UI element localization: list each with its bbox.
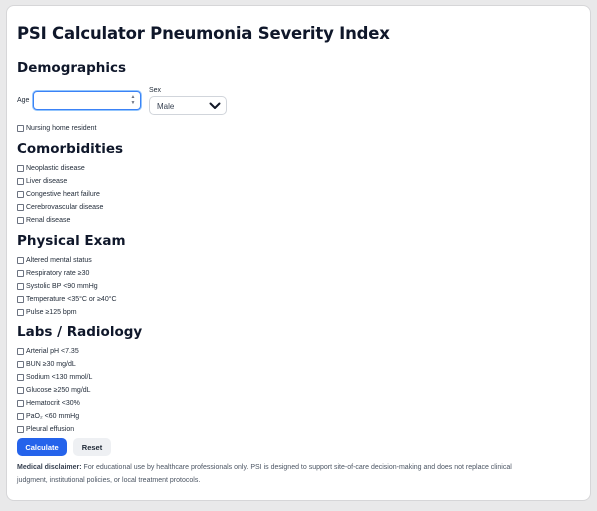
checkbox-bun[interactable]: BUN ≥30 mg/dL (17, 359, 76, 369)
checkbox-label: Temperature <35°C or ≥40°C (26, 295, 117, 303)
checkbox-box[interactable] (17, 399, 24, 407)
checkbox-box[interactable] (17, 295, 24, 303)
section-heading-demographics: Demographics (17, 60, 127, 76)
checkbox-box[interactable] (17, 216, 24, 224)
checkbox-liver-disease[interactable]: Liver disease (17, 176, 67, 186)
checkbox-label: Glucose ≥250 mg/dL (26, 386, 91, 394)
checkbox-label: Systolic BP <90 mmHg (26, 282, 98, 290)
psi-calculator-card: PSI Calculator Pneumonia Severity Index … (6, 5, 591, 501)
checkbox-sodium[interactable]: Sodium <130 mmol/L (17, 372, 92, 382)
section-heading-comorbidities: Comorbidities (17, 141, 124, 157)
checkbox-label: Pulse ≥125 bpm (26, 308, 77, 316)
checkbox-temperature[interactable]: Temperature <35°C or ≥40°C (17, 294, 117, 304)
checkbox-box[interactable] (17, 412, 24, 420)
checkbox-arterial-ph[interactable]: Arterial pH <7.35 (17, 346, 79, 356)
checkbox-neoplastic-disease[interactable]: Neoplastic disease (17, 163, 85, 173)
reset-button[interactable]: Reset (73, 438, 111, 456)
page-title: PSI Calculator Pneumonia Severity Index (17, 24, 390, 43)
checkbox-box[interactable] (17, 124, 24, 132)
checkbox-label: Liver disease (26, 177, 68, 185)
checkbox-label: BUN ≥30 mg/dL (26, 360, 76, 368)
checkbox-box[interactable] (17, 164, 24, 172)
checkbox-box[interactable] (17, 269, 24, 277)
section-heading-physical-exam: Physical Exam (17, 233, 126, 249)
section-heading-labs-radiology: Labs / Radiology (17, 324, 143, 340)
checkbox-congestive-heart-failure[interactable]: Congestive heart failure (17, 189, 100, 199)
checkbox-pulse[interactable]: Pulse ≥125 bpm (17, 307, 77, 317)
checkbox-box[interactable] (17, 360, 24, 368)
checkbox-label: Arterial pH <7.35 (26, 347, 79, 355)
checkbox-cerebrovascular-disease[interactable]: Cerebrovascular disease (17, 202, 103, 212)
checkbox-label: Altered mental status (26, 256, 92, 264)
checkbox-systolic-bp[interactable]: Systolic BP <90 mmHg (17, 281, 98, 291)
chevron-down-icon (209, 102, 221, 109)
checkbox-label: Hematocrit <30% (26, 399, 80, 407)
sex-select[interactable]: Male (149, 96, 227, 115)
checkbox-label: Cerebrovascular disease (26, 203, 104, 211)
checkbox-box[interactable] (17, 256, 24, 264)
disclaimer-text: For educational use by healthcare profes… (17, 464, 512, 484)
checkbox-box[interactable] (17, 347, 24, 355)
checkbox-glucose[interactable]: Glucose ≥250 mg/dL (17, 385, 91, 395)
age-label: Age (17, 97, 30, 104)
checkbox-label: PaO₂ <60 mmHg (26, 412, 80, 420)
checkbox-box[interactable] (17, 282, 24, 290)
checkbox-respiratory-rate[interactable]: Respiratory rate ≥30 (17, 268, 89, 278)
checkbox-hematocrit[interactable]: Hematocrit <30% (17, 398, 80, 408)
checkbox-label: Renal disease (26, 216, 71, 224)
checkbox-label: Respiratory rate ≥30 (26, 269, 90, 277)
checkbox-label: Neoplastic disease (26, 164, 85, 172)
sex-label: Sex (149, 87, 162, 94)
checkbox-renal-disease[interactable]: Renal disease (17, 215, 70, 225)
calculate-button[interactable]: Calculate (17, 438, 67, 456)
age-input[interactable]: ▲ ▼ (33, 91, 141, 110)
checkbox-altered-mental-status[interactable]: Altered mental status (17, 255, 92, 265)
checkbox-box[interactable] (17, 177, 24, 185)
checkbox-box[interactable] (17, 386, 24, 394)
checkbox-label: Congestive heart failure (26, 190, 100, 198)
checkbox-box[interactable] (17, 425, 24, 433)
checkbox-label: Nursing home resident (26, 124, 97, 132)
checkbox-box[interactable] (17, 203, 24, 211)
sex-selected-value: Male (157, 102, 175, 111)
checkbox-box[interactable] (17, 308, 24, 316)
checkbox-label: Pleural effusion (26, 425, 75, 433)
medical-disclaimer: Medical disclaimer: For educational use … (17, 462, 537, 487)
checkbox-box[interactable] (17, 190, 24, 198)
spinner-arrows-icon[interactable]: ▲ ▼ (130, 94, 136, 107)
checkbox-pleural-effusion[interactable]: Pleural effusion (17, 424, 74, 434)
checkbox-label: Sodium <130 mmol/L (26, 373, 93, 381)
checkbox-nursing-home[interactable]: Nursing home resident (17, 123, 96, 133)
checkbox-box[interactable] (17, 373, 24, 381)
checkbox-pao2[interactable]: PaO₂ <60 mmHg (17, 411, 79, 421)
disclaimer-label: Medical disclaimer: (17, 464, 82, 471)
